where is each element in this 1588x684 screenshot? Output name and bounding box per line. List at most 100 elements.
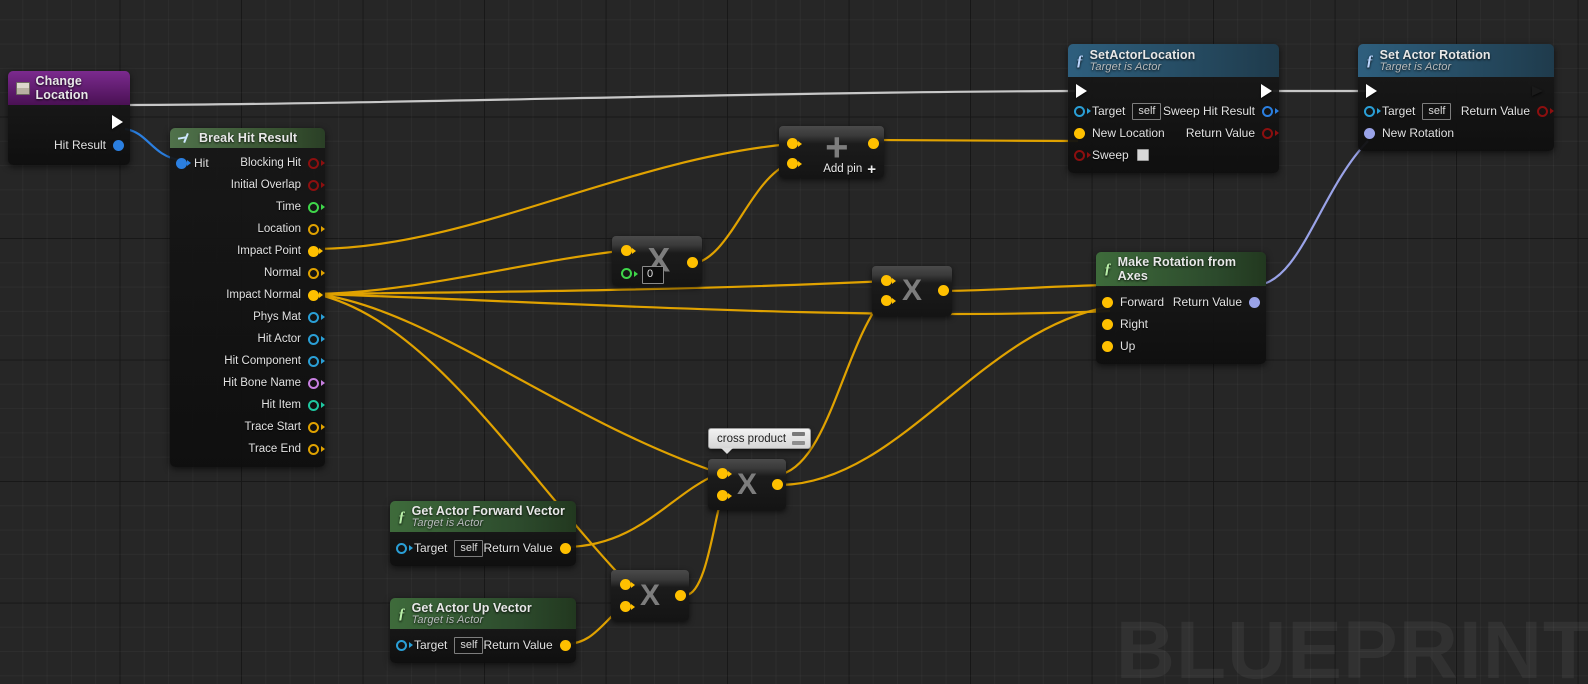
output-row[interactable]: Hit Component <box>170 350 325 372</box>
node-make-rotation-from-axes[interactable]: ƒ Make Rotation from Axes Forward Return… <box>1096 252 1266 364</box>
pin-target[interactable] <box>1364 105 1375 117</box>
pin-trace-end[interactable] <box>308 443 319 455</box>
output-row[interactable]: Hit Item <box>170 394 325 416</box>
input-row-new-location[interactable]: New Location <box>1068 122 1165 144</box>
node-add-vector[interactable]: + Add pin + <box>779 125 884 178</box>
node-multiply-scale[interactable]: X 0 <box>612 236 702 286</box>
pin-multiply-a[interactable] <box>621 245 632 256</box>
pin-sweep-hit-result[interactable] <box>1262 105 1273 117</box>
exec-input-pin[interactable] <box>1366 84 1377 99</box>
output-row[interactable]: Hit Bone Name <box>170 372 325 394</box>
pin-time[interactable] <box>308 201 319 213</box>
input-row-target[interactable]: Target self <box>390 537 484 559</box>
pin-return-value[interactable] <box>1262 127 1273 139</box>
pin-target[interactable] <box>1074 105 1085 117</box>
input-row-hit[interactable]: Hit <box>170 152 209 174</box>
pin-multiply-b[interactable] <box>621 268 632 279</box>
node-set-actor-location[interactable]: ƒ SetActorLocation Target is Actor Targe… <box>1068 44 1279 174</box>
pin-forward[interactable] <box>1102 296 1113 308</box>
pin-sweep[interactable] <box>1074 149 1085 161</box>
target-self-value[interactable]: self <box>1422 102 1452 120</box>
node-set-actor-rotation[interactable]: ƒ Set Actor Rotation Target is Actor Tar… <box>1358 44 1554 152</box>
pin-multiply-a[interactable] <box>620 579 631 590</box>
pin-up[interactable] <box>1102 340 1113 352</box>
output-row[interactable]: Hit Actor <box>170 328 325 350</box>
output-row[interactable]: Phys Mat <box>170 306 325 328</box>
target-self-value[interactable]: self <box>454 636 484 654</box>
pin-multiply-b[interactable] <box>717 490 728 501</box>
node-multiply-mid[interactable]: X <box>872 266 952 316</box>
blueprint-graph-canvas[interactable]: Change Location Hit Result Break Hit Res… <box>0 0 1588 684</box>
output-row[interactable]: Impact Normal <box>170 284 325 306</box>
output-row[interactable]: Location <box>170 218 325 240</box>
node-get-actor-forward-vector[interactable]: ƒ Get Actor Forward Vector Target is Act… <box>390 501 576 567</box>
pin-add-result[interactable] <box>868 138 879 149</box>
pin-phys-mat[interactable] <box>308 311 319 323</box>
pin-multiply-b[interactable] <box>881 295 892 306</box>
node-change-location[interactable]: Change Location Hit Result <box>8 71 130 165</box>
output-row-return-value[interactable]: Return Value <box>1173 291 1266 313</box>
pin-hit-actor[interactable] <box>308 333 319 345</box>
pin-multiply-b[interactable] <box>620 601 631 612</box>
input-row-target[interactable]: Target self <box>1068 100 1162 122</box>
output-row-return-value[interactable]: Return Value <box>483 634 576 656</box>
pin-add-b[interactable] <box>787 158 798 169</box>
pin-multiply-a[interactable] <box>717 468 728 479</box>
target-self-value[interactable]: self <box>454 539 484 557</box>
pin-multiply-result[interactable] <box>675 590 686 601</box>
pin-multiply-result[interactable] <box>938 285 949 296</box>
output-row-sweep-hit-result[interactable]: Sweep Hit Result <box>1163 100 1279 122</box>
pin-return-value[interactable] <box>559 639 571 651</box>
pin-hit-item[interactable] <box>308 399 319 411</box>
pin-hit-bone-name[interactable] <box>308 377 319 389</box>
pin-hit[interactable] <box>176 157 187 169</box>
pin-target[interactable] <box>396 639 407 651</box>
output-row[interactable]: Time <box>170 196 325 218</box>
output-row[interactable]: Impact Point <box>170 240 325 262</box>
node-multiply-cross[interactable]: X <box>708 459 786 510</box>
exec-input-pin[interactable] <box>1076 84 1087 99</box>
input-row-forward[interactable]: Forward <box>1096 291 1164 313</box>
output-row[interactable]: Normal <box>170 262 325 284</box>
node-get-actor-up-vector[interactable]: ƒ Get Actor Up Vector Target is Actor Ta… <box>390 598 576 664</box>
exec-output-pin[interactable] <box>112 115 123 129</box>
input-row-new-rotation[interactable]: New Rotation <box>1358 122 1554 144</box>
output-row-return-value[interactable]: Return Value <box>483 537 576 559</box>
node-multiply-low[interactable]: X <box>611 570 689 621</box>
exec-output-row[interactable] <box>8 110 130 134</box>
multiply-float-value[interactable]: 0 <box>642 266 664 284</box>
output-row-return-value[interactable]: Return Value <box>1186 122 1279 144</box>
add-pin-control[interactable]: Add pin + <box>823 162 876 177</box>
pin-return-value[interactable] <box>1249 296 1260 308</box>
exec-output-pin[interactable] <box>1532 84 1545 98</box>
pin-normal[interactable] <box>308 267 319 279</box>
pin-location[interactable] <box>308 223 319 235</box>
pin-return-value[interactable] <box>1537 105 1548 117</box>
pin-new-location[interactable] <box>1074 127 1085 139</box>
input-row-right[interactable]: Right <box>1096 313 1266 335</box>
output-row[interactable]: Trace End <box>170 438 325 460</box>
pin-trace-start[interactable] <box>308 421 319 433</box>
pin-new-rotation[interactable] <box>1364 127 1375 139</box>
pin-return-value[interactable] <box>559 542 571 554</box>
pin-hit-component[interactable] <box>308 355 319 367</box>
pin-right[interactable] <box>1102 318 1113 330</box>
target-self-value[interactable]: self <box>1132 102 1162 120</box>
sweep-checkbox[interactable] <box>1136 149 1149 162</box>
output-row-return-value[interactable]: Return Value <box>1461 100 1554 122</box>
pin-impact-normal[interactable] <box>308 289 319 301</box>
pin-add-a[interactable] <box>787 138 798 149</box>
output-row[interactable]: Trace Start <box>170 416 325 438</box>
pin-initial-overlap[interactable] <box>308 179 319 191</box>
input-row-target[interactable]: Target self <box>1358 100 1452 122</box>
output-row-hit-result[interactable]: Hit Result <box>8 134 130 156</box>
pin-blocking-hit[interactable] <box>308 157 319 169</box>
input-row-sweep[interactable]: Sweep <box>1068 144 1279 166</box>
input-row-up[interactable]: Up <box>1096 335 1266 357</box>
input-row-target[interactable]: Target self <box>390 634 484 656</box>
pin-multiply-a[interactable] <box>881 275 892 286</box>
exec-output-pin[interactable] <box>1261 84 1272 99</box>
pin-multiply-result[interactable] <box>687 257 698 268</box>
pin-multiply-result[interactable] <box>772 479 783 490</box>
pin-impact-point[interactable] <box>308 245 319 257</box>
